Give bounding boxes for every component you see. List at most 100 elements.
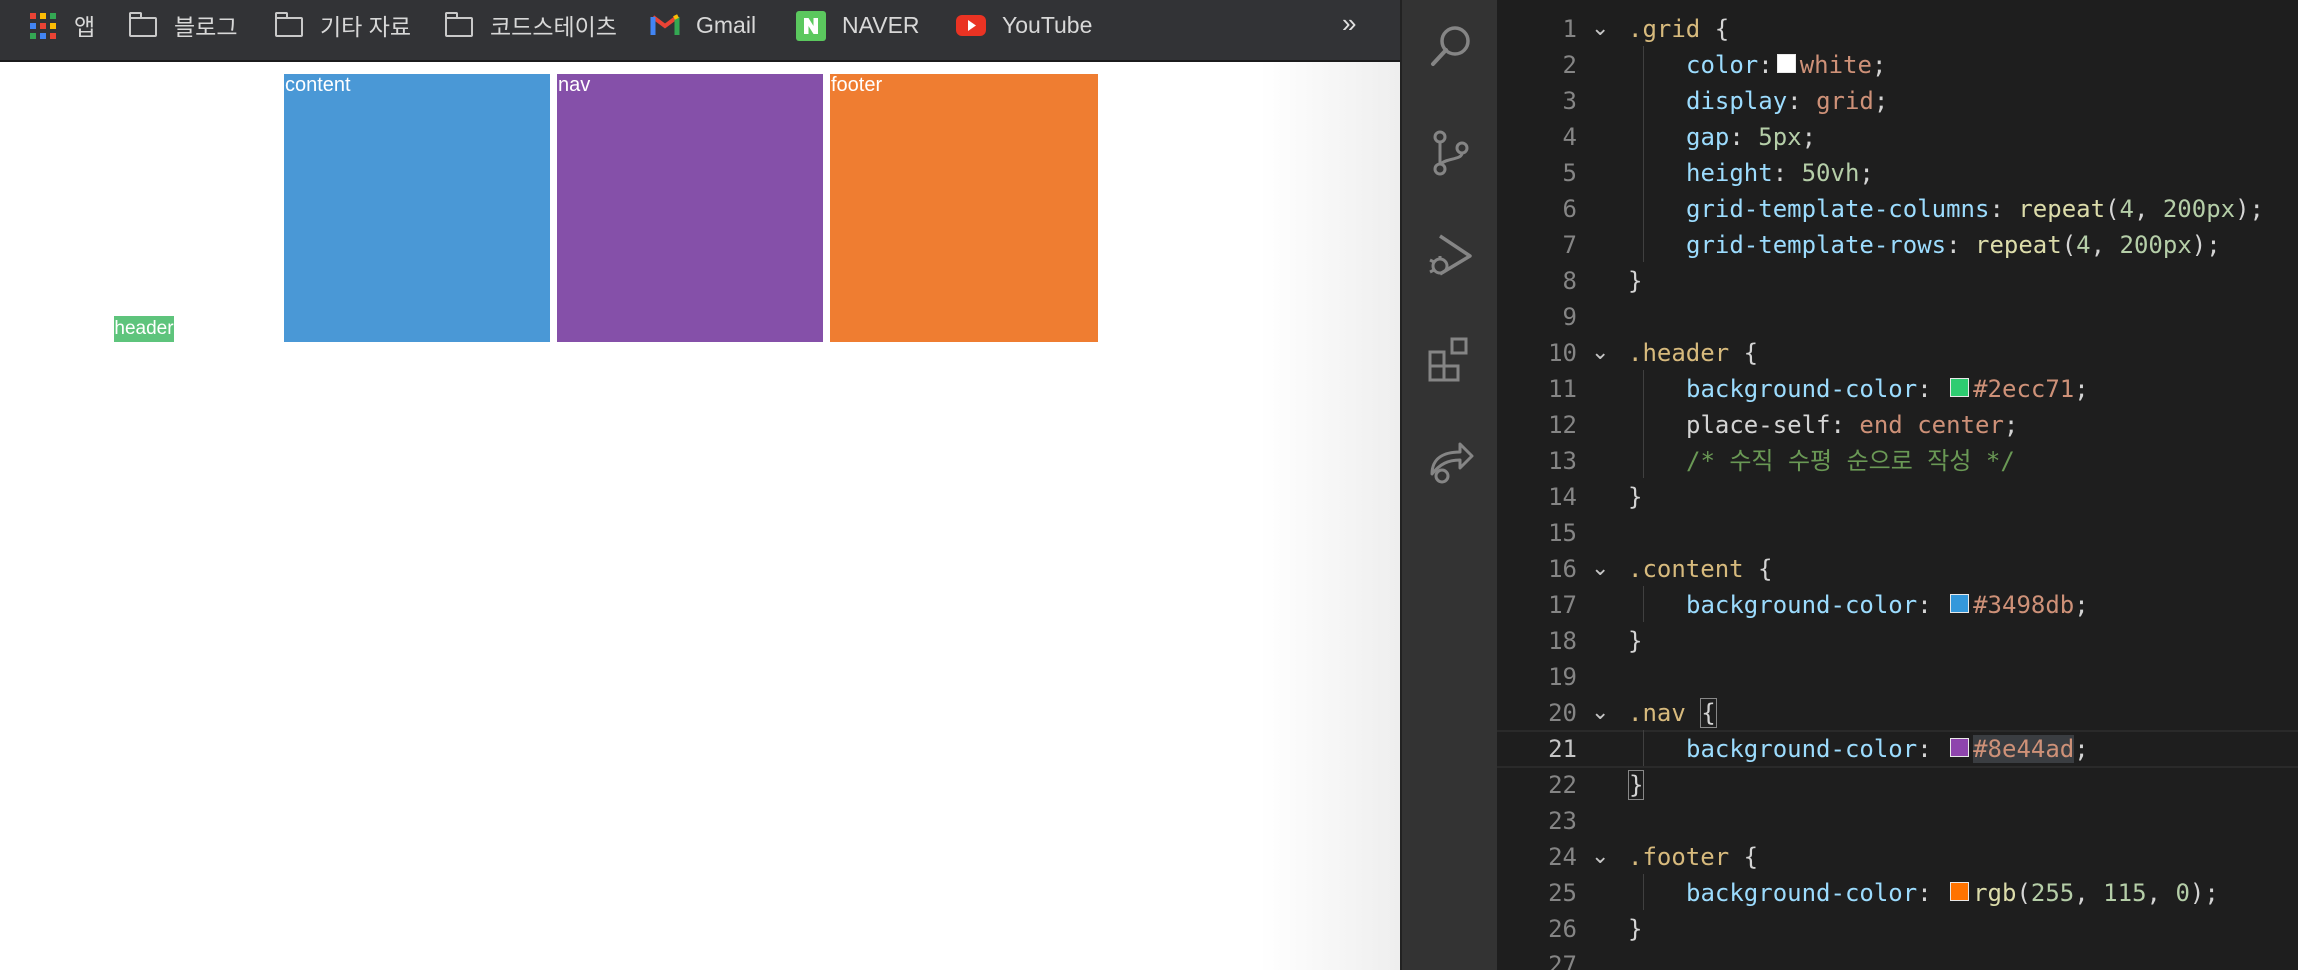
line-number: 20 — [1548, 699, 1577, 727]
line-number: 9 — [1562, 303, 1577, 331]
bookmark-label: 블로그 — [174, 14, 238, 40]
code-line: color: white; — [1686, 51, 1887, 79]
fold-chevron-icon[interactable]: ⌄ — [1591, 11, 1609, 47]
color-swatch[interactable] — [1950, 378, 1970, 397]
folder-icon — [128, 11, 158, 39]
line-number: 4 — [1562, 123, 1577, 151]
code-line: .grid { — [1628, 15, 1730, 43]
grid-cell-footer: footer — [830, 74, 1098, 342]
line-number: 2 — [1562, 51, 1577, 79]
line-number: 8 — [1562, 267, 1577, 295]
fold-chevron-icon[interactable]: ⌄ — [1591, 551, 1609, 587]
code-line: grid-template-rows: repeat(4, 200px); — [1686, 231, 2221, 259]
code-line: background-color: rgb(255, 115, 0); — [1686, 879, 2219, 907]
live-share-icon[interactable] — [1426, 436, 1476, 486]
bookmark-codestates[interactable]: 코드스테이츠 — [444, 0, 617, 50]
color-swatch[interactable] — [1950, 738, 1970, 757]
line-number-active: 21 — [1548, 735, 1577, 763]
fold-chevron-icon[interactable]: ⌄ — [1591, 839, 1609, 875]
color-swatch[interactable] — [1776, 54, 1796, 73]
browser-window: 앱 블로그 기타 자료 코드스테이츠 Gmail NAVER YouTube »… — [0, 0, 1400, 970]
bookmark-other-materials[interactable]: 기타 자료 — [274, 0, 411, 50]
apps-grid-icon — [28, 11, 58, 39]
line-number: 19 — [1548, 663, 1577, 691]
indent-guide — [1643, 46, 1644, 262]
color-swatch[interactable] — [1950, 882, 1970, 901]
code-line: } — [1628, 483, 1643, 511]
bookmark-youtube[interactable]: YouTube — [956, 0, 1092, 50]
line-number: 3 — [1562, 87, 1577, 115]
code-line: grid-template-columns: repeat(4, 200px); — [1686, 195, 2265, 223]
line-number: 14 — [1548, 483, 1577, 511]
code-line: } — [1628, 267, 1643, 295]
code-line: gap: 5px; — [1686, 123, 1817, 151]
code-line: } — [1628, 915, 1643, 943]
code-line: background-color: #2ecc71; — [1686, 375, 2089, 403]
fold-chevron-icon[interactable]: ⌄ — [1591, 335, 1609, 371]
bookmarks-overflow-button[interactable]: » — [1342, 8, 1356, 39]
folder-icon — [274, 11, 304, 39]
code-line: .header { — [1628, 339, 1759, 367]
line-number: 13 — [1548, 447, 1577, 475]
line-number: 15 — [1548, 519, 1577, 547]
indent-guide — [1643, 370, 1644, 478]
bookmark-label: 앱 — [74, 14, 96, 40]
code-line: } — [1628, 770, 1645, 800]
code-editor: 1 2 3 4 5 6 7 8 9 10 11 12 13 14 15 16 1… — [1400, 0, 2298, 970]
cell-label: content — [285, 74, 351, 96]
line-number: 24 — [1548, 843, 1577, 871]
line-number: 17 — [1548, 591, 1577, 619]
line-number: 23 — [1548, 807, 1577, 835]
bookmark-gmail[interactable]: Gmail — [650, 0, 756, 50]
run-debug-icon[interactable] — [1426, 230, 1476, 280]
fold-chevron-icon[interactable]: ⌄ — [1591, 695, 1609, 731]
bookmark-naver[interactable]: NAVER — [796, 0, 920, 50]
code-line: background-color: #3498db; — [1686, 591, 2089, 619]
code-line-active: background-color: #8e44ad; — [1686, 735, 2089, 763]
folder-icon — [444, 11, 474, 39]
cell-label: footer — [831, 74, 883, 96]
line-number: 10 — [1548, 339, 1577, 367]
grid-cell-header: header — [114, 316, 174, 342]
line-number: 25 — [1548, 879, 1577, 907]
gmail-icon — [650, 11, 680, 39]
line-number: 16 — [1548, 555, 1577, 583]
line-number: 7 — [1562, 231, 1577, 259]
extensions-icon[interactable] — [1426, 334, 1476, 384]
bookmark-apps[interactable]: 앱 — [28, 0, 95, 50]
line-number: 6 — [1562, 195, 1577, 223]
line-number: 26 — [1548, 915, 1577, 943]
youtube-icon — [956, 11, 986, 39]
line-number: 1 — [1562, 15, 1577, 43]
window-edge-shadow — [1260, 62, 1400, 970]
line-number: 11 — [1548, 375, 1577, 403]
cell-label: nav — [558, 74, 591, 96]
activity-bar — [1400, 0, 1497, 970]
bookmark-label: 기타 자료 — [320, 14, 412, 40]
code-line: .footer { — [1628, 843, 1759, 871]
grid-cell-nav: nav — [557, 74, 823, 342]
search-icon[interactable] — [1426, 22, 1476, 72]
cell-label: header — [114, 318, 174, 339]
naver-icon — [796, 11, 826, 41]
code-line: /* 수직 수평 순으로 작성 */ — [1686, 447, 2015, 475]
code-area[interactable]: 1 2 3 4 5 6 7 8 9 10 11 12 13 14 15 16 1… — [1497, 0, 2298, 970]
code-line: .nav { — [1628, 698, 1717, 728]
indent-guide — [1643, 586, 1644, 622]
bookmark-label: 코드스테이츠 — [490, 14, 617, 40]
color-swatch[interactable] — [1950, 594, 1970, 613]
code-line: height: 50vh; — [1686, 159, 1874, 187]
bookmarks-bar: 앱 블로그 기타 자료 코드스테이츠 Gmail NAVER YouTube » — [0, 0, 1400, 62]
bookmark-label: NAVER — [842, 11, 920, 38]
source-control-icon[interactable] — [1426, 128, 1476, 178]
indent-guide — [1643, 730, 1644, 766]
line-number: 18 — [1548, 627, 1577, 655]
line-number: 27 — [1548, 951, 1577, 970]
bookmark-label: YouTube — [1002, 11, 1093, 38]
bookmark-label: Gmail — [696, 11, 757, 38]
code-line: .content { — [1628, 555, 1773, 583]
line-number: 5 — [1562, 159, 1577, 187]
indent-guide — [1643, 874, 1644, 910]
code-line: place-self: end center; — [1686, 411, 2019, 439]
bookmark-blog[interactable]: 블로그 — [128, 0, 237, 50]
